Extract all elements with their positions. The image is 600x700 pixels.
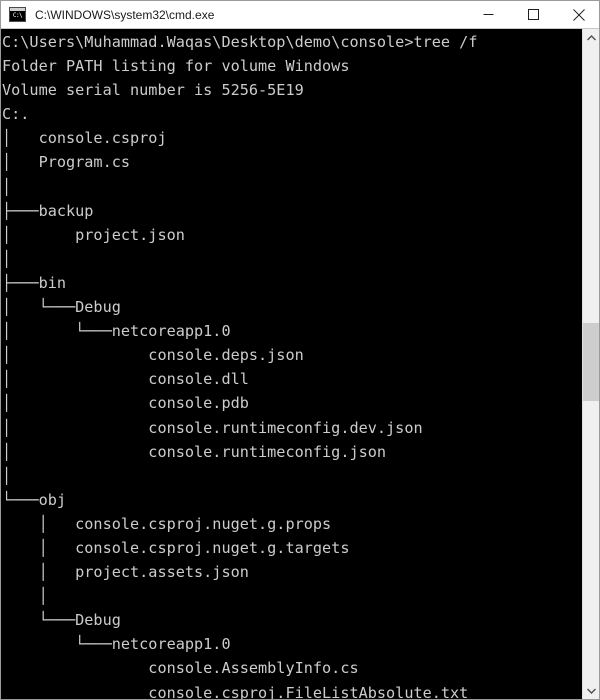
console-text: C:\Users\Muhammad.Waqas\Desktop\demo\con… bbox=[2, 33, 478, 699]
window-titlebar[interactable]: C:\ C:\WINDOWS\system32\cmd.exe bbox=[1, 1, 599, 29]
cmd-window: C:\ C:\WINDOWS\system32\cmd.exe C:\Users… bbox=[0, 0, 600, 700]
scroll-down-arrow[interactable] bbox=[583, 682, 599, 699]
console-output-area[interactable]: C:\Users\Muhammad.Waqas\Desktop\demo\con… bbox=[1, 29, 584, 699]
scrollbar-track-below[interactable] bbox=[583, 401, 599, 682]
minimize-button[interactable] bbox=[466, 1, 511, 28]
cmd-icon: C:\ bbox=[9, 7, 26, 22]
cmd-icon-glyph: C:\ bbox=[12, 12, 23, 19]
window-title: C:\WINDOWS\system32\cmd.exe bbox=[35, 7, 215, 22]
maximize-button[interactable] bbox=[511, 1, 556, 28]
console-scrollbar[interactable] bbox=[582, 29, 599, 699]
scrollbar-track-above[interactable] bbox=[583, 46, 599, 323]
close-button[interactable] bbox=[556, 1, 599, 28]
scroll-up-arrow[interactable] bbox=[583, 29, 599, 46]
scrollbar-thumb[interactable] bbox=[583, 323, 599, 401]
